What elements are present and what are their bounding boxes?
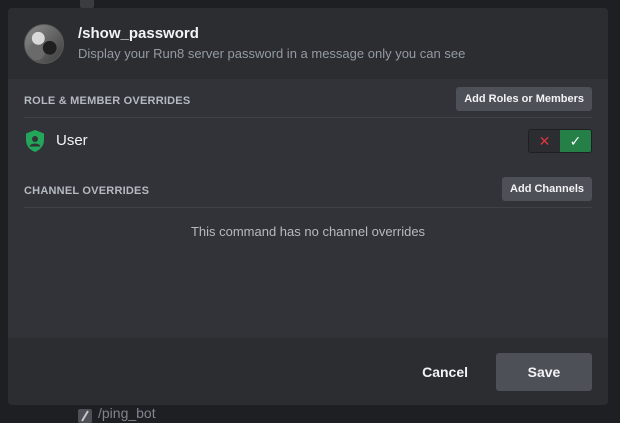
channel-overrides-label: CHANNEL OVERRIDES [24, 185, 150, 197]
background-command-item: /ping_bot [78, 404, 156, 423]
no-channel-overrides-text: This command has no channel overrides [190, 224, 426, 239]
slash-command-icon [78, 408, 92, 423]
save-button[interactable]: Save [496, 353, 592, 391]
background-icon-fragment [80, 0, 94, 8]
allow-check-icon[interactable]: ✓ [560, 130, 591, 152]
command-description: Display your Run8 server password in a m… [78, 46, 466, 61]
add-roles-button[interactable]: Add Roles or Members [456, 87, 592, 111]
bot-avatar [24, 24, 64, 64]
modal-footer: Cancel Save [8, 338, 608, 405]
permission-toggle: ✕ ✓ [528, 129, 592, 153]
override-name: User [56, 132, 88, 149]
add-channels-button[interactable]: Add Channels [502, 177, 592, 201]
command-permissions-modal: /show_password Display your Run8 server … [8, 8, 608, 405]
role-overrides-header: ROLE & MEMBER OVERRIDES Add Roles or Mem… [24, 87, 592, 118]
command-name: /show_password [78, 25, 199, 42]
role-overrides-label: ROLE & MEMBER OVERRIDES [24, 95, 191, 107]
role-shield-icon [24, 129, 46, 153]
override-row-user: User ✕ ✓ [24, 127, 592, 155]
modal-header: /show_password Display your Run8 server … [8, 8, 608, 79]
background-command-label: /ping_bot [98, 404, 156, 421]
cancel-button[interactable]: Cancel [412, 357, 478, 387]
channel-overrides-header: CHANNEL OVERRIDES Add Channels [24, 177, 592, 208]
deny-x-icon[interactable]: ✕ [529, 130, 560, 152]
